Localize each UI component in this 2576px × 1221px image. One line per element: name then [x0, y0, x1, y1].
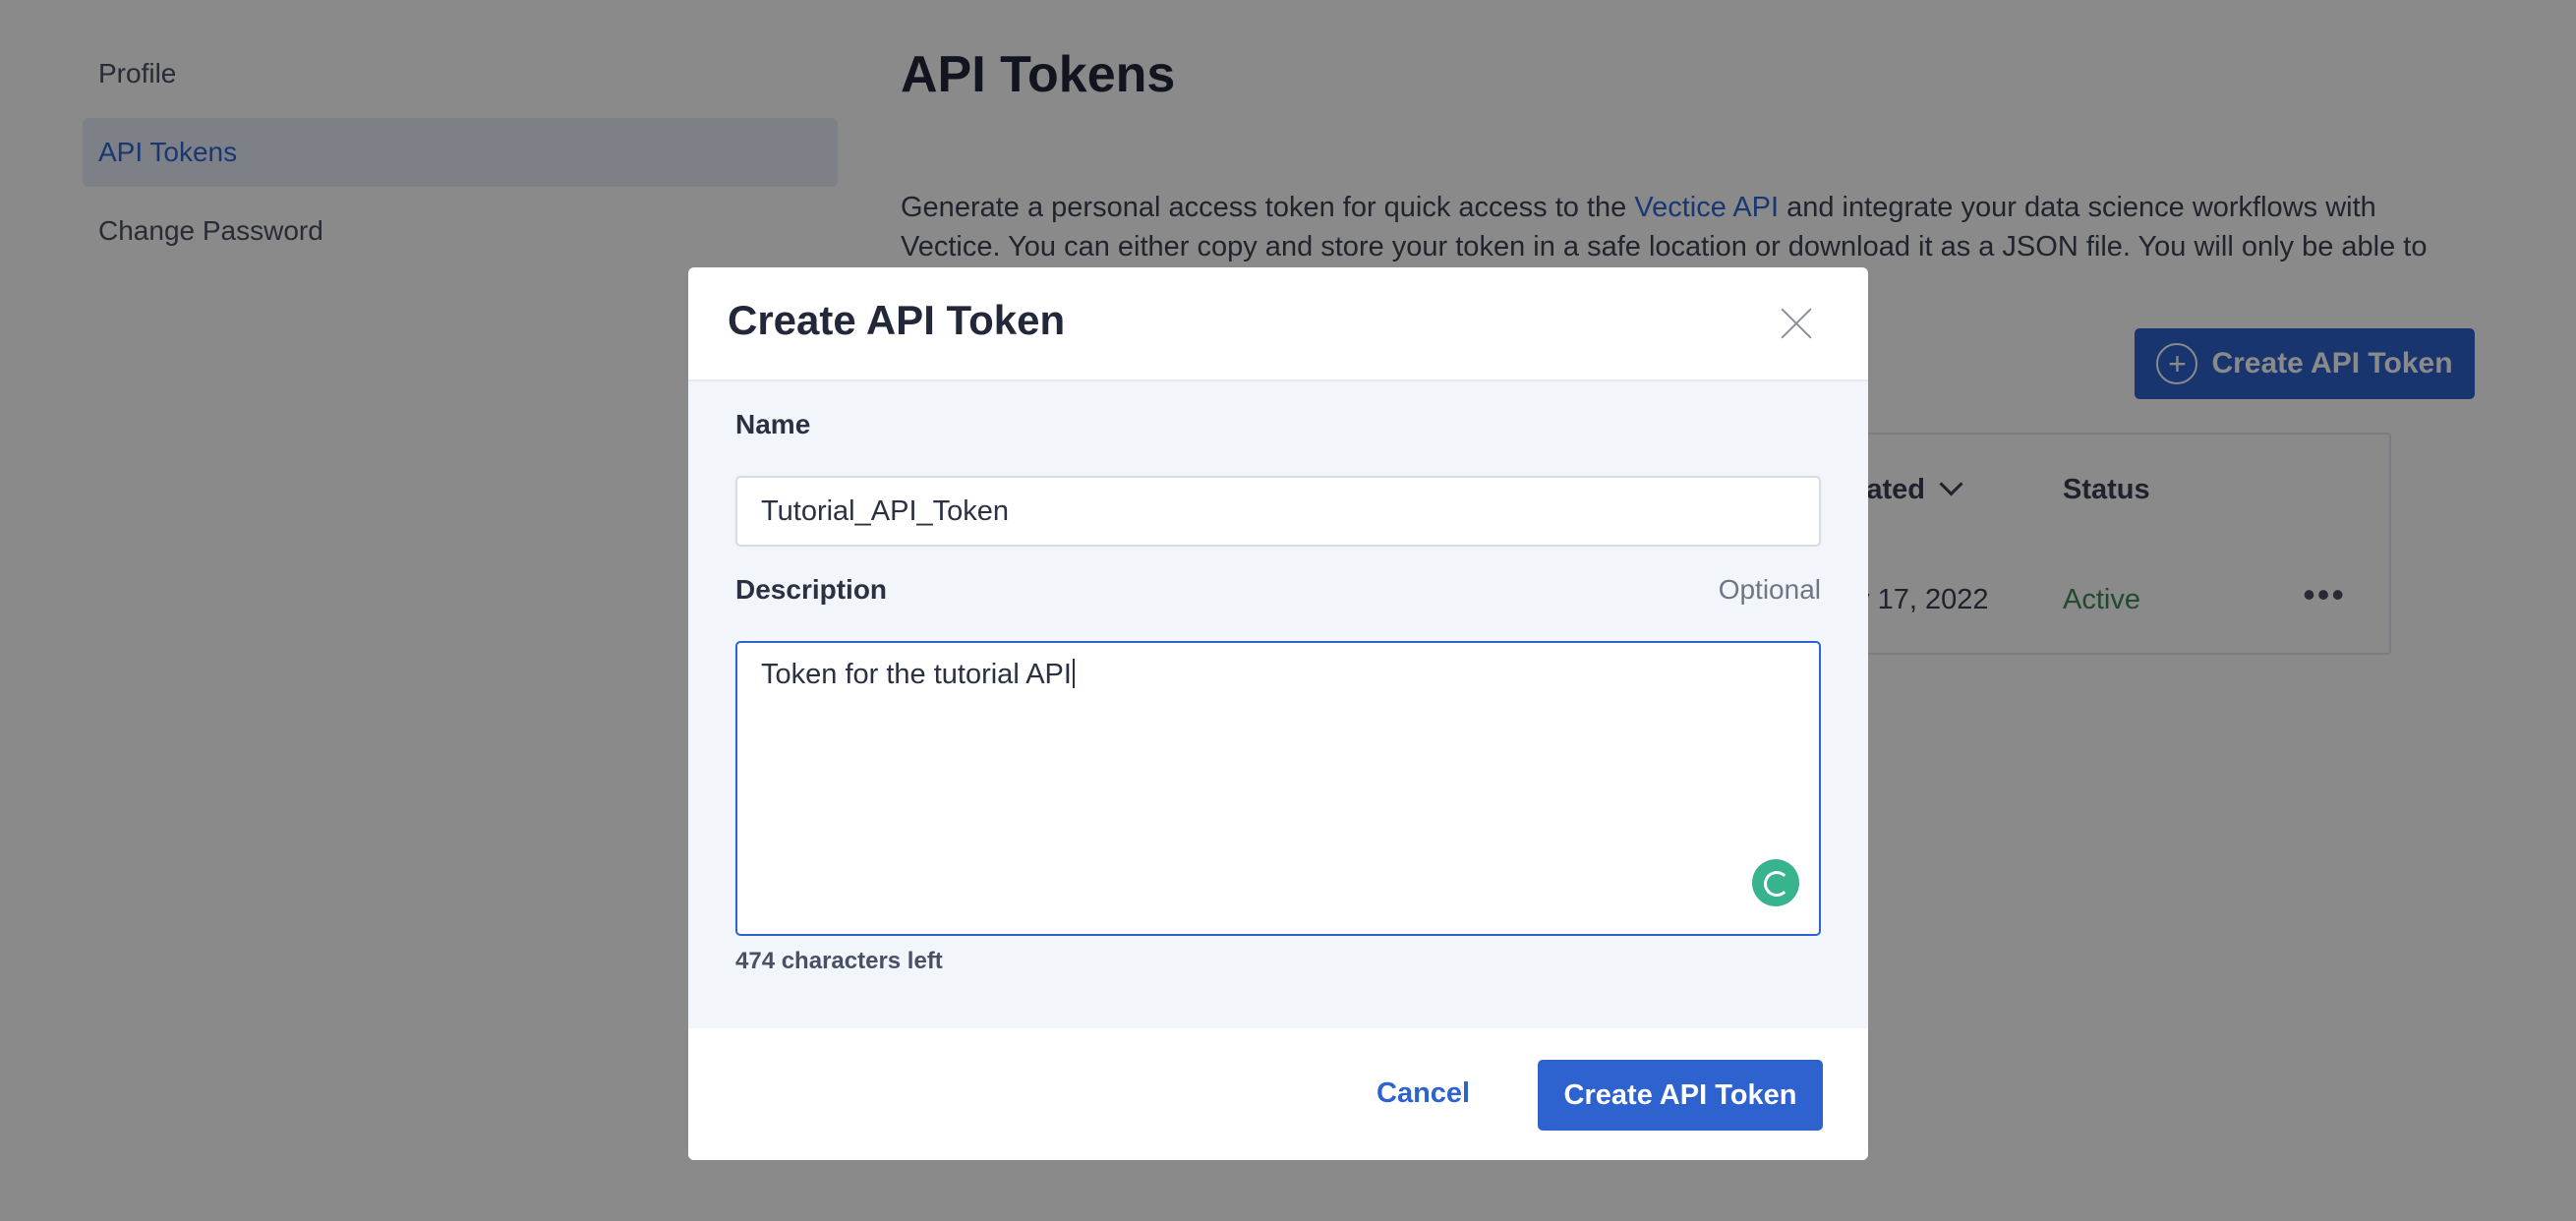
dialog-footer: Cancel Create API Token — [688, 1028, 1868, 1160]
grammarly-icon[interactable] — [1752, 859, 1799, 906]
create-api-token-dialog: Create API Token Name Tutorial_API_Token… — [688, 267, 1868, 1160]
name-field-label: Name — [735, 409, 811, 439]
description-label: Description — [735, 574, 888, 605]
characters-left-counter: 474 characters left — [735, 948, 943, 974]
cancel-button[interactable]: Cancel — [1376, 1077, 1470, 1110]
dialog-header: Create API Token — [688, 267, 1868, 381]
optional-hint: Optional — [1718, 574, 1821, 605]
text-cursor — [1072, 659, 1075, 688]
description-text: Token for the tutorial API — [761, 659, 1072, 690]
name-input[interactable]: Tutorial_API_Token — [735, 476, 1821, 547]
close-icon[interactable] — [1780, 307, 1813, 340]
dialog-body: Name Tutorial_API_Token Description Opti… — [688, 381, 1868, 1028]
description-textarea[interactable]: Token for the tutorial API — [735, 641, 1821, 936]
submit-create-api-token-button[interactable]: Create API Token — [1538, 1060, 1823, 1131]
dialog-title: Create API Token — [728, 297, 1066, 343]
